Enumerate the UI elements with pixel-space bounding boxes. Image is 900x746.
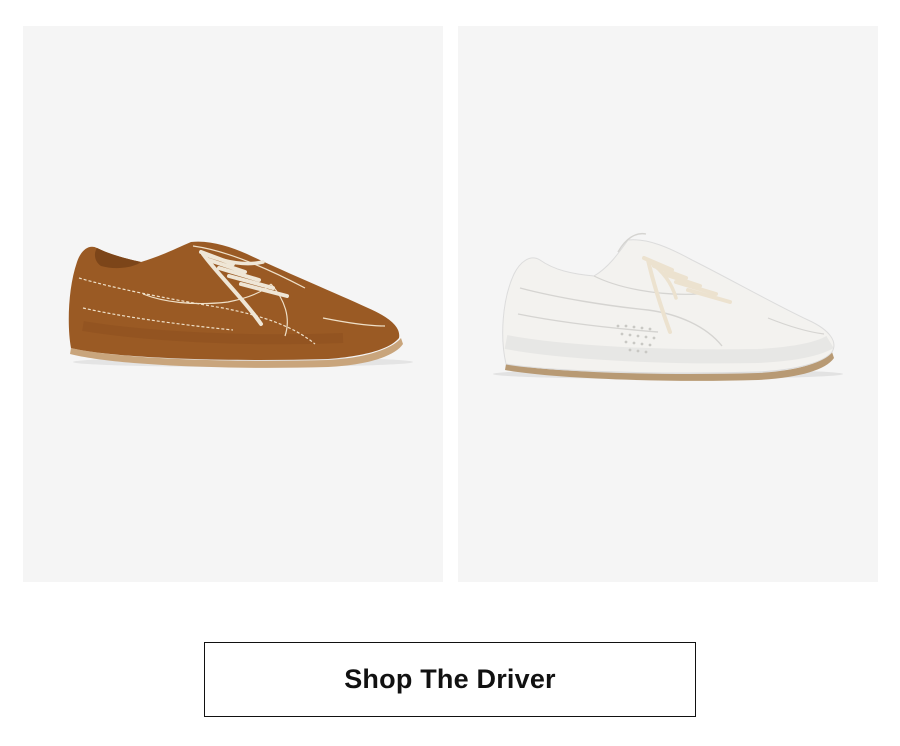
- shop-the-driver-button[interactable]: Shop The Driver: [204, 642, 696, 717]
- product-tile-leather[interactable]: [458, 26, 878, 582]
- shop-the-driver-label: Shop The Driver: [344, 664, 556, 694]
- brown-suede-sneaker-icon: [68, 241, 413, 368]
- product-tile-suede[interactable]: [23, 26, 443, 582]
- white-leather-sneaker-icon: [493, 232, 843, 381]
